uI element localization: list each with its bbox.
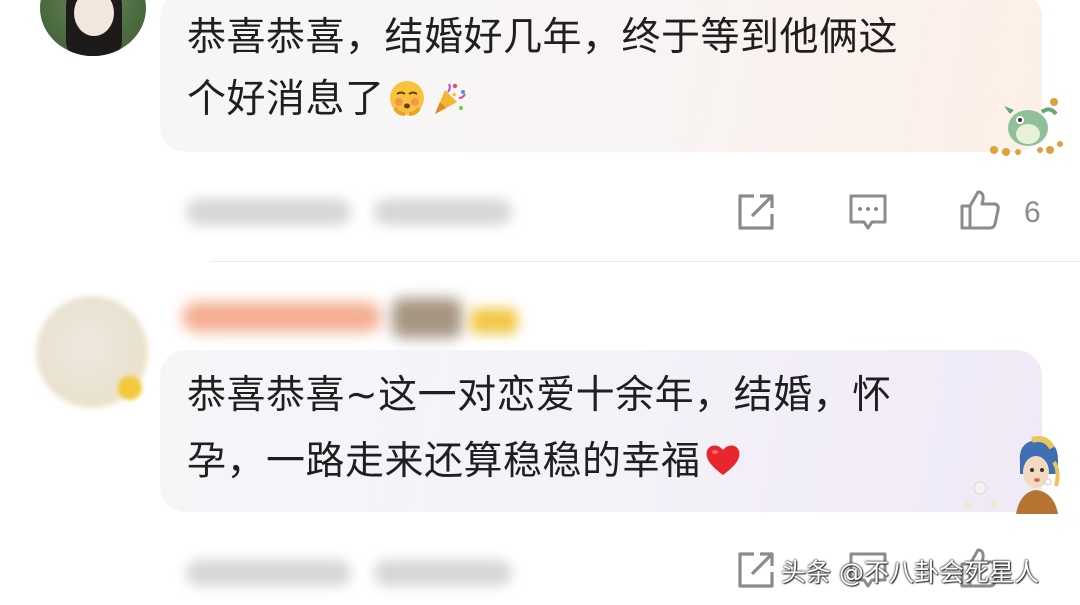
comment-meta-time — [186, 560, 351, 586]
comment-text-line: 恭喜恭喜，结婚好几年，终于等到他俩这 — [187, 15, 899, 60]
comment-feed: 恭喜恭喜，结婚好几年，终于等到他俩这 个好消息了 6 恭喜恭喜~这一对恋爱十余年… — [0, 0, 1080, 605]
verified-badge-icon — [118, 376, 142, 400]
user-badge — [392, 298, 462, 338]
share-icon[interactable] — [734, 190, 778, 234]
party-popper-icon — [434, 83, 466, 114]
source-watermark: 头条 @不八卦会死星人 — [781, 558, 1039, 587]
blushing-face-icon — [389, 81, 424, 116]
comment-text-segment: 孕，一路走来还算稳稳的幸福 — [187, 439, 701, 484]
comment-meta-location — [374, 560, 512, 586]
like-count: 6 — [1024, 196, 1041, 229]
username[interactable] — [182, 302, 382, 332]
dragon-sticker-icon — [990, 98, 1063, 156]
reply-icon[interactable] — [846, 190, 890, 234]
comment-text-line: 孕，一路走来还算稳稳的幸福 — [187, 432, 743, 492]
comment-text-segment: 个好消息了 — [187, 77, 385, 122]
like-icon[interactable] — [958, 188, 1002, 232]
pearl-earring-girl-sticker-icon — [964, 436, 1060, 514]
comment-meta-time — [186, 199, 351, 225]
red-heart-icon — [706, 445, 739, 475]
comment-divider — [210, 261, 1080, 262]
comment-text-line: 恭喜恭喜~这一对恋爱十余年，结婚，怀 — [187, 373, 892, 418]
user-level-badge — [470, 308, 518, 334]
comment-text-line: 个好消息了 — [187, 70, 469, 130]
user-avatar[interactable] — [40, 0, 146, 56]
share-icon[interactable] — [734, 548, 778, 592]
comment-meta-location — [374, 199, 512, 225]
